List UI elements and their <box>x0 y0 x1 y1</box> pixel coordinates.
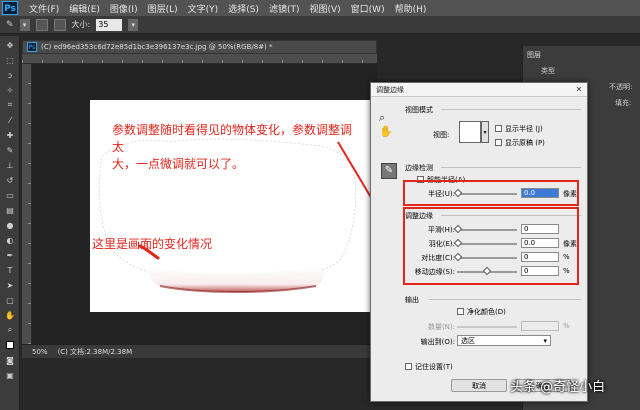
edge-detection-highlight <box>403 180 579 206</box>
edge-detection-divider <box>441 167 581 168</box>
pen-tool-icon[interactable]: ✒ <box>3 249 17 261</box>
menu-select[interactable]: 选择(S) <box>223 2 264 15</box>
view-mode-dropdown-icon[interactable]: ▾ <box>481 121 489 143</box>
annotation-bottom: 这里是画面的变化情况 <box>92 237 213 251</box>
amount-slider <box>457 326 517 328</box>
size-dropdown[interactable]: ▾ <box>128 18 139 31</box>
edge-detection-heading: 边缘检测 <box>405 164 433 172</box>
marquee-tool-icon[interactable]: ⬚ <box>3 54 17 66</box>
status-bar: 50% (C) 文档:2.38M/2.38M <box>22 344 377 358</box>
horizontal-ruler[interactable] <box>22 54 377 64</box>
view-label: 视图: <box>433 131 450 139</box>
annotation-top-line1: 参数调整随时看得见的物体变化，参数调整调太 <box>112 123 353 154</box>
output-to-value: 选区 <box>461 337 475 345</box>
options-bar: ✎ ▾ 大小: 35 ▾ <box>0 16 640 34</box>
amount-unit: % <box>563 322 570 330</box>
menu-bar: Ps 文件(F) 编辑(E) 图像(I) 图层(L) 文字(Y) 选择(S) 滤… <box>0 0 640 16</box>
menu-edit[interactable]: 编辑(E) <box>64 2 105 15</box>
chevron-down-icon: ▾ <box>543 337 547 345</box>
decontaminate-colors-checkbox[interactable] <box>457 308 464 315</box>
size-input[interactable]: 35 <box>96 18 123 31</box>
zoom-level[interactable]: 50% <box>32 348 48 356</box>
menu-type[interactable]: 文字(Y) <box>183 2 224 15</box>
zoom-tool-icon[interactable]: ⌕ <box>3 324 17 336</box>
view-mode-divider <box>441 109 581 110</box>
brush-tool-icon[interactable]: ✎ <box>6 20 14 30</box>
layer-kind-filter[interactable]: 类型 <box>541 66 555 76</box>
dodge-tool-icon[interactable]: ◐ <box>3 234 17 246</box>
quick-mask-icon[interactable]: ◙ <box>3 354 17 366</box>
amount-label: 数量(N): <box>427 323 455 331</box>
brush-mode-alt-icon[interactable] <box>53 18 66 31</box>
dialog-title: 调整边缘 <box>371 83 587 97</box>
show-original-label: 显示原稿 (P) <box>505 139 545 147</box>
remember-settings-checkbox[interactable] <box>405 363 412 370</box>
output-heading: 输出 <box>405 296 419 304</box>
screen-mode-icon[interactable]: ▣ <box>3 369 17 381</box>
tool-preset-dropdown[interactable]: ▾ <box>19 18 30 31</box>
foreground-background-color-icon[interactable] <box>3 339 17 351</box>
show-radius-label: 显示半径 (J) <box>505 125 543 133</box>
output-to-select[interactable]: 选区 ▾ <box>457 335 551 346</box>
brush-mode-icon[interactable] <box>35 18 48 31</box>
view-mode-heading: 视图模式 <box>405 106 433 114</box>
crop-tool-icon[interactable]: ⌗ <box>3 99 17 111</box>
document-info[interactable]: (C) 文档:2.38M/2.38M <box>58 347 133 357</box>
document-ps-icon: Ps <box>27 42 37 52</box>
adjust-edge-highlight <box>403 207 579 285</box>
output-to-label: 输出到(O): <box>420 338 455 346</box>
view-mode-preview[interactable] <box>459 121 481 143</box>
move-tool-icon[interactable]: ✥ <box>3 39 17 51</box>
document-tab[interactable]: Ps (C) ed96ed353c6d72e85d1bc3e396137e3c.… <box>22 40 377 54</box>
tools-panel: ✥ ⬚ ↄ ✧ ⌗ ⁄ ✚ ✎ ⊥ ↺ ▭ ▤ ● ◐ ✒ T ➤ ▢ ✋ ⌕ … <box>0 36 20 410</box>
menu-file[interactable]: 文件(F) <box>24 2 64 15</box>
refine-radius-tool-icon[interactable]: ✎ <box>381 163 397 179</box>
lasso-tool-icon[interactable]: ↄ <box>3 69 17 81</box>
eraser-tool-icon[interactable]: ▭ <box>3 189 17 201</box>
remember-settings-label: 记住设置(T) <box>415 363 453 371</box>
stamp-tool-icon[interactable]: ⊥ <box>3 159 17 171</box>
menu-help[interactable]: 帮助(H) <box>390 2 432 15</box>
hand-tool-icon[interactable]: ✋ <box>3 309 17 321</box>
watermark: 头条 @奇怪小白 <box>510 380 606 395</box>
brush-tool-icon[interactable]: ✎ <box>3 144 17 156</box>
opacity-label: 不透明: <box>609 83 633 91</box>
layers-tab[interactable]: 图层 <box>527 50 541 60</box>
output-divider <box>429 299 581 300</box>
eyedropper-tool-icon[interactable]: ⁄ <box>3 114 17 126</box>
type-tool-icon[interactable]: T <box>3 264 17 276</box>
path-select-tool-icon[interactable]: ➤ <box>3 279 17 291</box>
shape-tool-icon[interactable]: ▢ <box>3 294 17 306</box>
zoom-icon[interactable]: ⌕ <box>379 111 385 125</box>
close-icon[interactable]: ✕ <box>574 85 584 95</box>
menu-filter[interactable]: 滤镜(T) <box>264 2 305 15</box>
fill-label: 填充: <box>615 99 632 107</box>
workspace-background <box>22 358 377 410</box>
show-original-checkbox[interactable] <box>495 139 502 146</box>
amount-input <box>521 321 559 331</box>
annotation-top: 参数调整随时看得见的物体变化，参数调整调太 大，一点微调就可以了。 <box>112 122 362 173</box>
quick-select-tool-icon[interactable]: ✧ <box>3 84 17 96</box>
healing-tool-icon[interactable]: ✚ <box>3 129 17 141</box>
photoshop-logo: Ps <box>2 1 18 15</box>
document-title: (C) ed96ed353c6d72e85d1bc3e396137e3c.jpg… <box>41 43 273 51</box>
vertical-ruler[interactable] <box>22 64 32 344</box>
show-radius-checkbox[interactable] <box>495 125 502 132</box>
menu-view[interactable]: 视图(V) <box>304 2 345 15</box>
menu-window[interactable]: 窗口(W) <box>346 2 390 15</box>
menu-image[interactable]: 图像(I) <box>105 2 143 15</box>
size-label: 大小: <box>71 20 91 29</box>
hand-icon[interactable]: ✋ <box>379 125 393 138</box>
annotation-top-line2: 大，一点微调就可以了。 <box>112 157 245 171</box>
blur-tool-icon[interactable]: ● <box>3 219 17 231</box>
cancel-button[interactable]: 取消 <box>451 379 507 392</box>
gradient-tool-icon[interactable]: ▤ <box>3 204 17 216</box>
decontaminate-colors-label: 净化颜色(D) <box>467 308 506 316</box>
history-brush-tool-icon[interactable]: ↺ <box>3 174 17 186</box>
menu-layer[interactable]: 图层(L) <box>143 2 183 15</box>
